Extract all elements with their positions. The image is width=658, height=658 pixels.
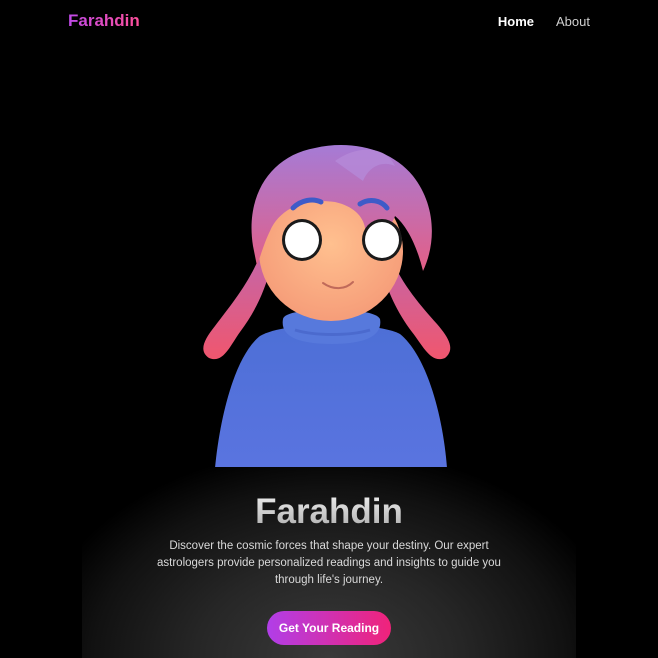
navbar: Farahdin Home About bbox=[0, 0, 658, 44]
hero-description: Discover the cosmic forces that shape yo… bbox=[157, 540, 501, 586]
nav-link-about[interactable]: About bbox=[556, 14, 590, 29]
nav-link-home[interactable]: Home bbox=[498, 14, 534, 29]
get-reading-button[interactable]: Get Your Reading bbox=[267, 611, 391, 645]
nav-links: Home About bbox=[498, 14, 590, 29]
hero-title: Farahdin bbox=[0, 492, 658, 532]
cartoon-girl-illustration bbox=[203, 145, 451, 468]
brand-logo[interactable]: Farahdin bbox=[68, 11, 140, 31]
